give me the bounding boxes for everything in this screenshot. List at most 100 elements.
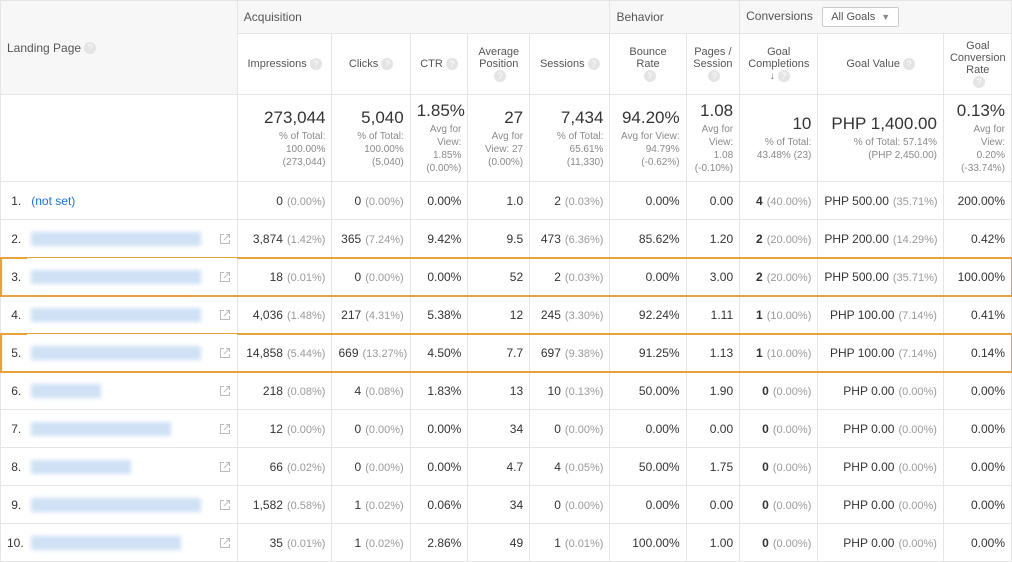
landing-pages-table: Landing Page? Acquisition Behavior Conve… — [0, 0, 1012, 562]
external-link-icon[interactable] — [219, 233, 231, 245]
cell-clicks: 4(0.08%) — [332, 372, 410, 410]
landing-page-cell[interactable] — [27, 220, 237, 258]
col-bounce-rate[interactable]: Bounce Rate? — [610, 34, 686, 95]
col-impressions[interactable]: Impressions? — [237, 34, 332, 95]
table-row[interactable]: 4.4,036(1.48%)217(4.31%)5.38%12245(3.30%… — [1, 296, 1012, 334]
cell-pps: 1.13 — [686, 334, 740, 372]
col-goal-conv-rate[interactable]: Goal Conversion Rate? — [943, 34, 1011, 95]
help-icon[interactable]: ? — [644, 70, 656, 82]
cell-goal-value: PHP 100.00(7.14%) — [818, 296, 944, 334]
external-link-icon[interactable] — [219, 385, 231, 397]
cell-impressions: 218(0.08%) — [237, 372, 332, 410]
help-icon[interactable]: ? — [588, 58, 600, 70]
cell-impressions: 14,858(5.44%) — [237, 334, 332, 372]
col-landing-page[interactable]: Landing Page? — [1, 1, 238, 95]
help-icon[interactable]: ? — [381, 58, 393, 70]
cell-clicks: 0(0.00%) — [332, 448, 410, 486]
help-icon[interactable]: ? — [778, 70, 790, 82]
cell-avg-position: 12 — [468, 296, 530, 334]
help-icon[interactable]: ? — [973, 76, 985, 88]
landing-page-cell[interactable] — [27, 410, 237, 448]
table-row[interactable]: 9.1,582(0.58%)1(0.02%)0.06%340(0.00%)0.0… — [1, 486, 1012, 524]
landing-page-cell[interactable] — [27, 524, 237, 562]
landing-page-link[interactable]: (not set) — [31, 194, 75, 208]
cell-ctr: 0.06% — [410, 486, 468, 524]
landing-page-cell[interactable] — [27, 258, 237, 296]
external-link-icon[interactable] — [219, 461, 231, 473]
cell-ctr: 0.00% — [410, 448, 468, 486]
cell-goal-completions: 1(10.00%) — [740, 334, 818, 372]
landing-page-cell[interactable] — [27, 296, 237, 334]
external-link-icon[interactable] — [219, 423, 231, 435]
group-conversions: Conversions All Goals▼ — [740, 1, 1012, 34]
conversions-picker[interactable]: All Goals▼ — [822, 7, 899, 27]
help-icon[interactable]: ? — [708, 70, 720, 82]
cell-clicks: 365(7.24%) — [332, 220, 410, 258]
summary-pps: 1.08 Avg for View: 1.08 (-0.10%) — [686, 95, 740, 182]
cell-goal-conv-rate: 0.14% — [943, 334, 1011, 372]
col-goal-value[interactable]: Goal Value? — [818, 34, 944, 95]
landing-page-cell[interactable] — [27, 334, 237, 372]
external-link-icon[interactable] — [219, 271, 231, 283]
row-index: 2. — [1, 220, 28, 258]
cell-goal-value: PHP 100.00(7.14%) — [818, 334, 944, 372]
cell-ctr: 5.38% — [410, 296, 468, 334]
cell-goal-completions: 1(10.00%) — [740, 296, 818, 334]
external-link-icon[interactable] — [219, 347, 231, 359]
help-icon[interactable]: ? — [446, 58, 458, 70]
cell-ctr: 0.00% — [410, 182, 468, 220]
cell-goal-conv-rate: 0.00% — [943, 448, 1011, 486]
landing-page-cell[interactable]: (not set) — [27, 182, 237, 220]
cell-clicks: 669(13.27%) — [332, 334, 410, 372]
help-icon[interactable]: ? — [494, 70, 506, 82]
cell-goal-completions: 0(0.00%) — [740, 524, 818, 562]
cell-avg-position: 49 — [468, 524, 530, 562]
redacted-text — [31, 232, 201, 246]
redacted-text — [31, 384, 101, 398]
cell-bounce-rate: 50.00% — [610, 372, 686, 410]
table-row[interactable]: 3.18(0.01%)0(0.00%)0.00%522(0.03%)0.00%3… — [1, 258, 1012, 296]
external-link-icon[interactable] — [219, 537, 231, 549]
cell-avg-position: 34 — [468, 486, 530, 524]
landing-page-cell[interactable] — [27, 448, 237, 486]
cell-clicks: 1(0.02%) — [332, 486, 410, 524]
summary-goal-conv-rate: 0.13% Avg for View: 0.20% (-33.74%) — [943, 95, 1011, 182]
help-icon[interactable]: ? — [903, 58, 915, 70]
col-avg-position[interactable]: Average Position? — [468, 34, 530, 95]
cell-impressions: 12(0.00%) — [237, 410, 332, 448]
landing-page-cell[interactable] — [27, 372, 237, 410]
table-row[interactable]: 5.14,858(5.44%)669(13.27%)4.50%7.7697(9.… — [1, 334, 1012, 372]
help-icon[interactable]: ? — [84, 42, 96, 54]
cell-sessions: 697(9.38%) — [530, 334, 610, 372]
cell-sessions: 4(0.05%) — [530, 448, 610, 486]
cell-impressions: 1,582(0.58%) — [237, 486, 332, 524]
row-index: 9. — [1, 486, 28, 524]
landing-page-cell[interactable] — [27, 486, 237, 524]
table-row[interactable]: 10.35(0.01%)1(0.02%)2.86%491(0.01%)100.0… — [1, 524, 1012, 562]
col-goal-completions[interactable]: Goal Completions↓? — [740, 34, 818, 95]
table-row[interactable]: 7.12(0.00%)0(0.00%)0.00%340(0.00%)0.00%0… — [1, 410, 1012, 448]
cell-clicks: 1(0.02%) — [332, 524, 410, 562]
table-row[interactable]: 2.3,874(1.42%)365(7.24%)9.42%9.5473(6.36… — [1, 220, 1012, 258]
cell-sessions: 2(0.03%) — [530, 182, 610, 220]
col-pages-per-session[interactable]: Pages / Session? — [686, 34, 740, 95]
summary-ctr: 1.85% Avg for View: 1.85% (0.00%) — [410, 95, 468, 182]
cell-bounce-rate: 91.25% — [610, 334, 686, 372]
cell-bounce-rate: 0.00% — [610, 258, 686, 296]
cell-avg-position: 4.7 — [468, 448, 530, 486]
cell-pps: 3.00 — [686, 258, 740, 296]
cell-avg-position: 34 — [468, 410, 530, 448]
table-row[interactable]: 1.(not set)0(0.00%)0(0.00%)0.00%1.02(0.0… — [1, 182, 1012, 220]
redacted-text — [31, 536, 181, 550]
external-link-icon[interactable] — [219, 499, 231, 511]
table-row[interactable]: 6.218(0.08%)4(0.08%)1.83%1310(0.13%)50.0… — [1, 372, 1012, 410]
col-sessions[interactable]: Sessions? — [530, 34, 610, 95]
col-ctr[interactable]: CTR? — [410, 34, 468, 95]
redacted-text — [31, 346, 201, 360]
row-index: 5. — [1, 334, 28, 372]
external-link-icon[interactable] — [219, 309, 231, 321]
col-clicks[interactable]: Clicks? — [332, 34, 410, 95]
help-icon[interactable]: ? — [310, 58, 322, 70]
table-row[interactable]: 8.66(0.02%)0(0.00%)0.00%4.74(0.05%)50.00… — [1, 448, 1012, 486]
summary-clicks: 5,040 % of Total: 100.00% (5,040) — [332, 95, 410, 182]
